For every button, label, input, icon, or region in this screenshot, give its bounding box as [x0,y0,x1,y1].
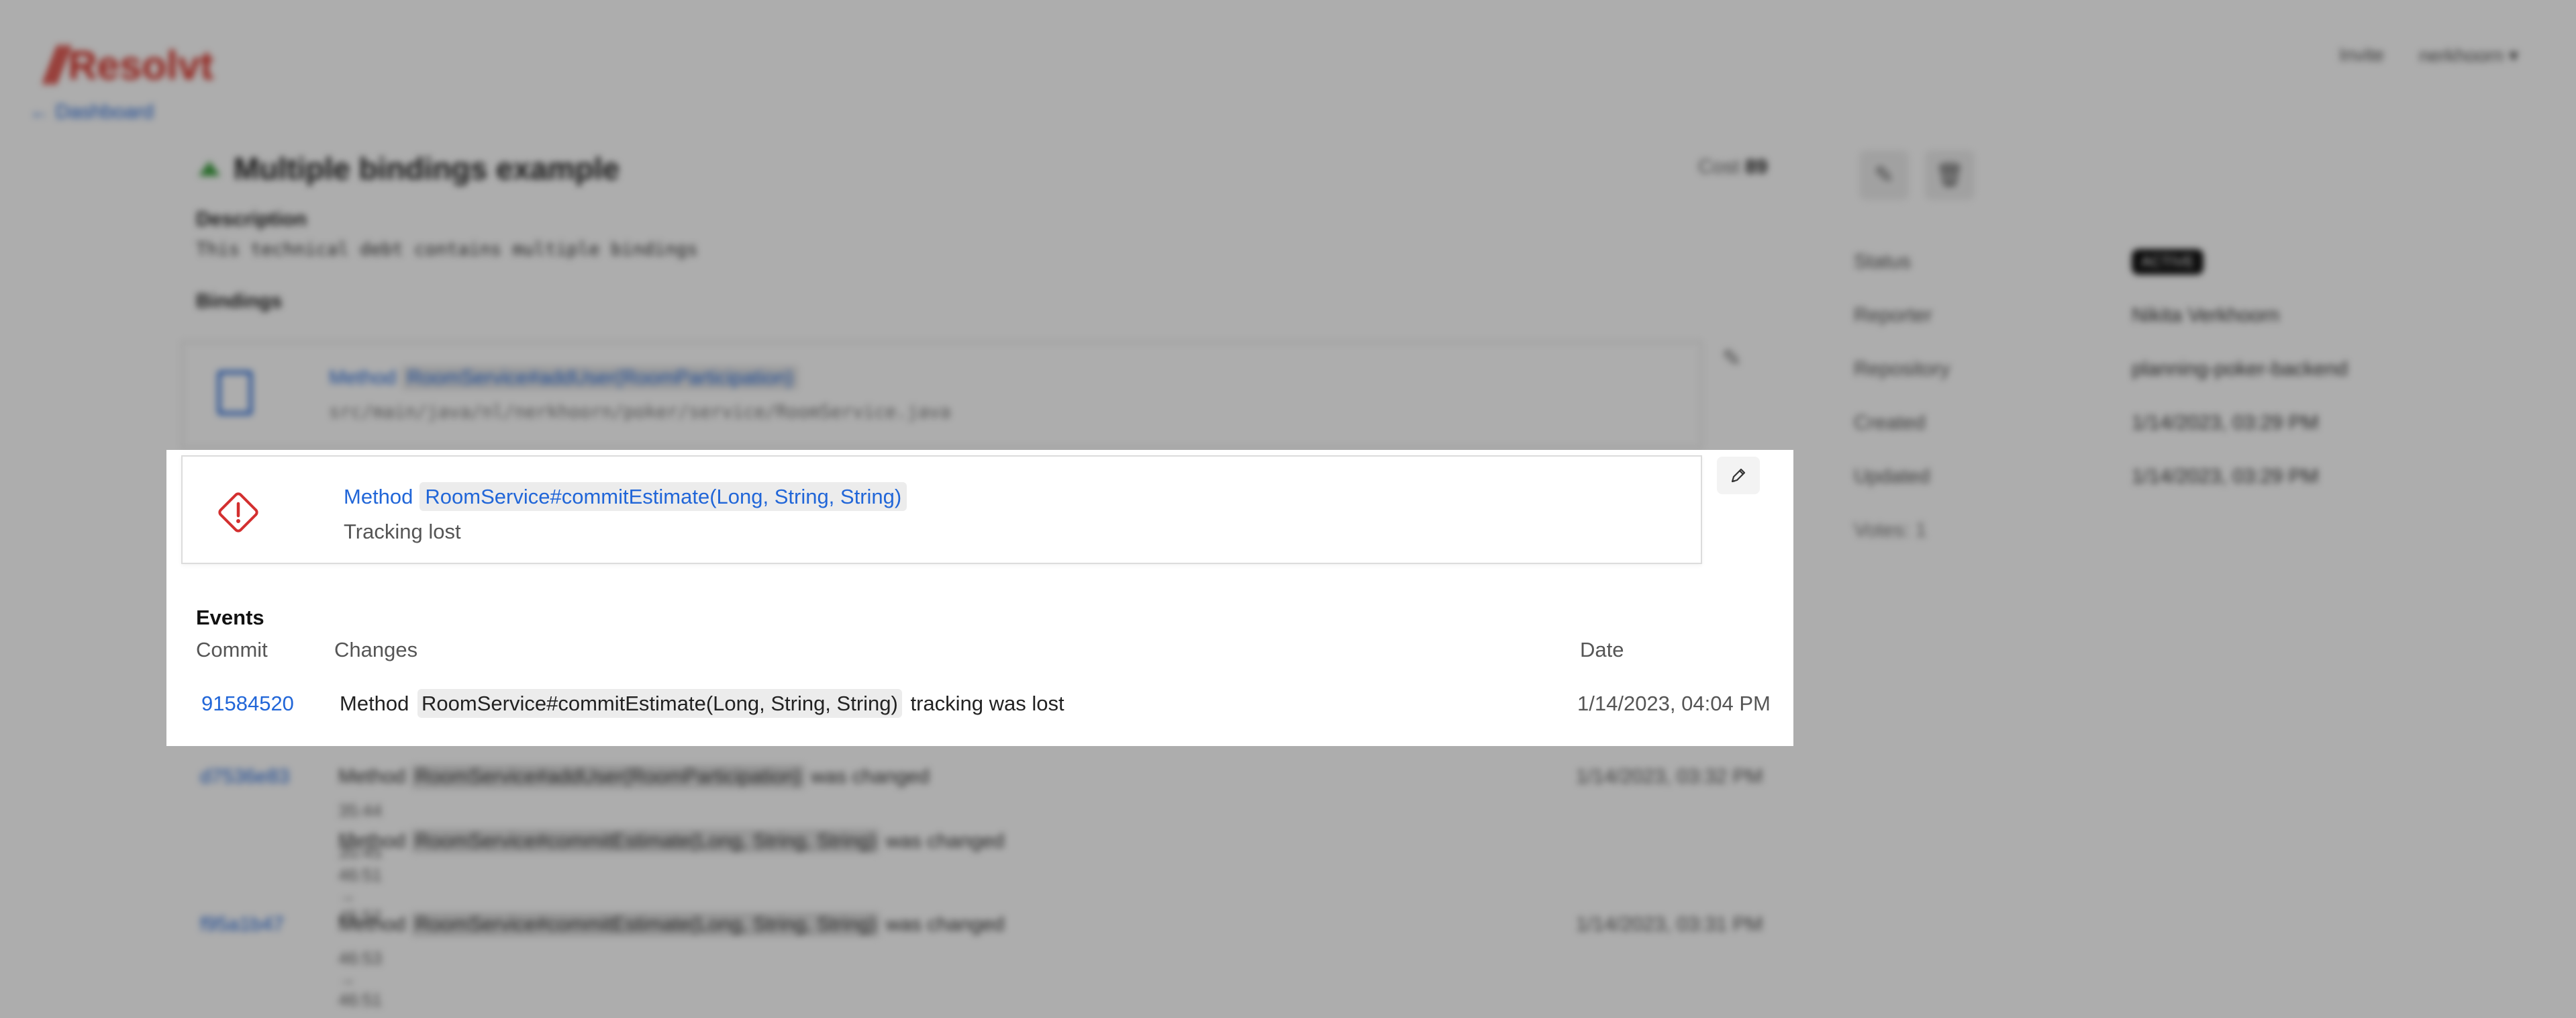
edit-binding-button[interactable] [1717,457,1760,494]
binding-card-tracking-lost[interactable]: Method RoomService#commitEstimate(Long, S… [181,455,1702,564]
binding-kind: Method [344,485,413,508]
event-row: 91584520 Method RoomService#commitEstima… [166,689,1793,732]
warning-diamond-icon [218,492,258,533]
events-heading: Events [196,606,264,629]
column-header-commit: Commit [196,638,268,661]
event-kind: Method [340,692,409,715]
column-header-date: Date [1580,638,1624,661]
highlighted-region: Method RoomService#commitEstimate(Long, S… [166,450,1793,746]
binding-status: Tracking lost [344,520,461,543]
pencil-icon [1731,468,1746,483]
event-commit-link[interactable]: 91584520 [201,692,294,716]
event-code: RoomService#commitEstimate(Long, String,… [417,689,902,718]
event-suffix: tracking was lost [910,692,1064,715]
event-change: Method RoomService#commitEstimate(Long, … [340,689,1064,718]
event-date: 1/14/2023, 04:04 PM [1577,692,1771,715]
binding-signature: Method RoomService#commitEstimate(Long, S… [344,482,907,511]
binding-code[interactable]: RoomService#commitEstimate(Long, String,… [419,482,907,511]
column-header-changes: Changes [334,638,418,661]
